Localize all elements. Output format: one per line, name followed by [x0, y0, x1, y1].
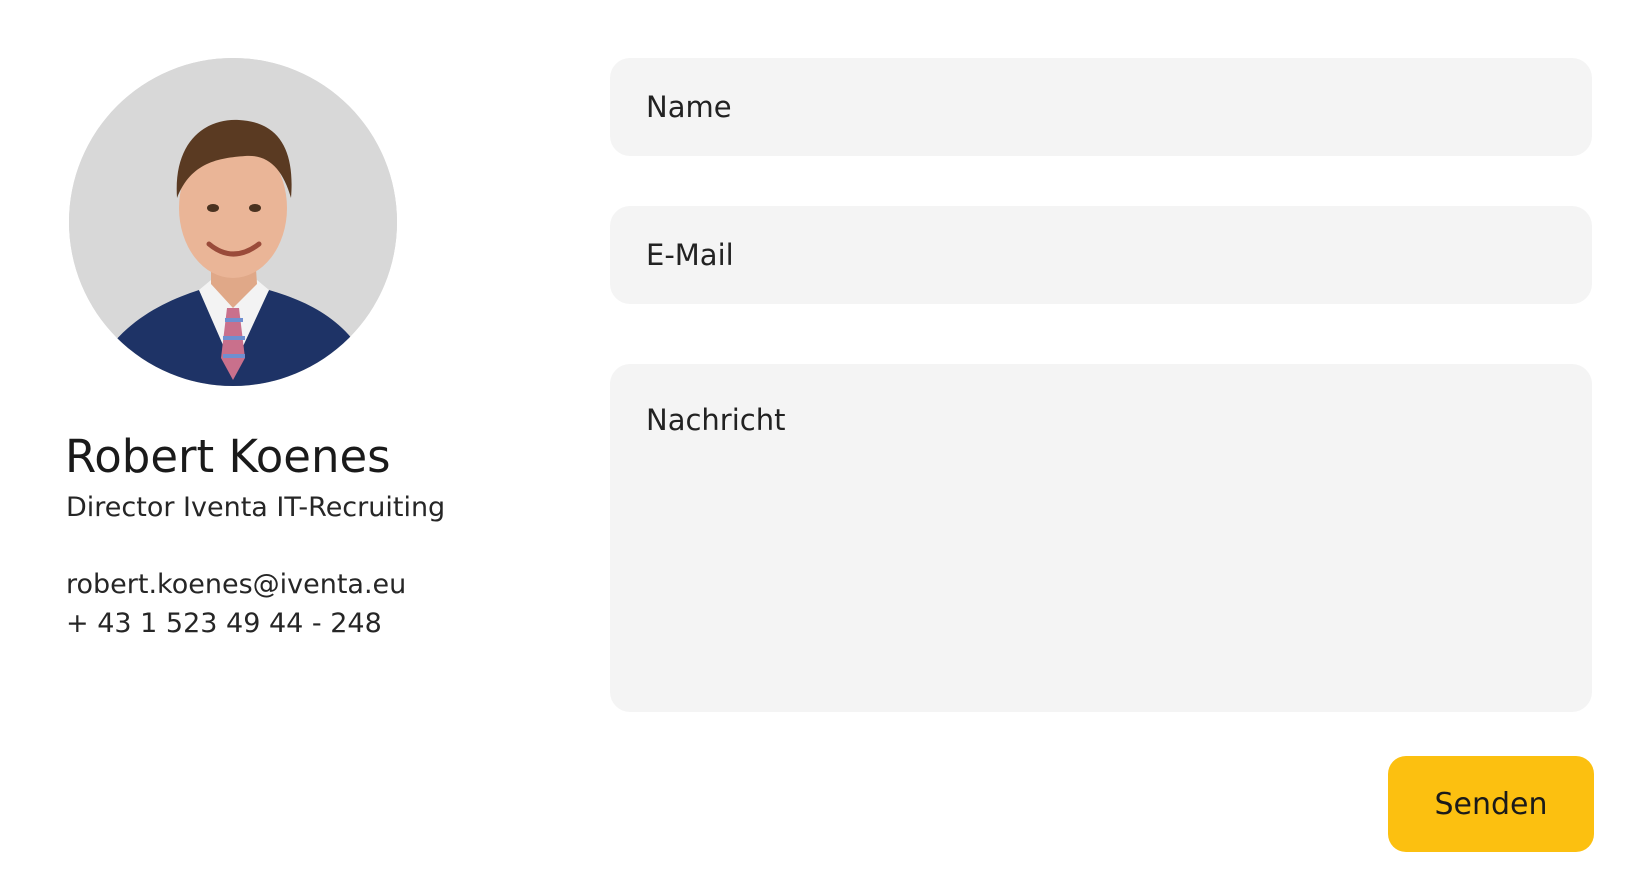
avatar-photo: [69, 58, 397, 386]
name-input[interactable]: [610, 58, 1592, 156]
contact-role: Director Iventa IT-Recruiting: [66, 492, 446, 523]
contact-name: Robert Koenes: [65, 430, 391, 483]
send-button[interactable]: Senden: [1388, 756, 1594, 852]
email-input[interactable]: [610, 206, 1592, 304]
contact-email-link[interactable]: robert.koenes@iventa.eu: [66, 567, 406, 603]
contact-phone-link[interactable]: + 43 1 523 49 44 - 248: [66, 606, 382, 642]
message-textarea[interactable]: [610, 364, 1592, 712]
avatar: [69, 58, 397, 386]
